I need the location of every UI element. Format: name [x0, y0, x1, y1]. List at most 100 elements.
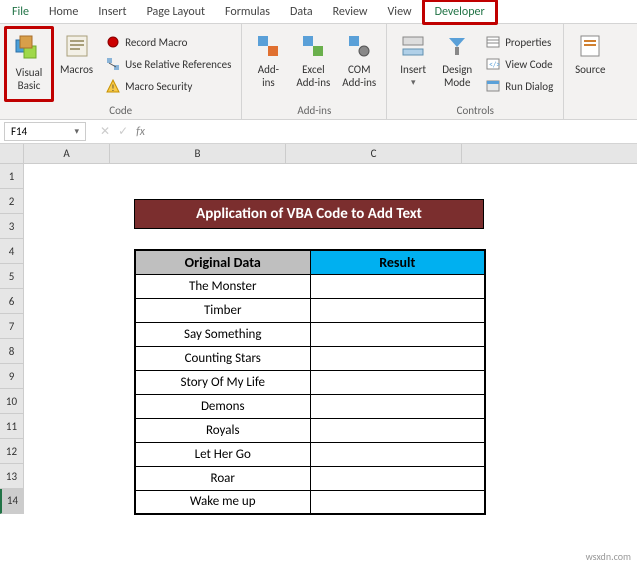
- row-header[interactable]: 1: [0, 164, 24, 189]
- macros-button[interactable]: Macros: [54, 26, 99, 102]
- name-box[interactable]: F14 ▾: [4, 122, 86, 141]
- fx-button[interactable]: fx: [136, 125, 145, 139]
- view-code-button[interactable]: </> View Code: [483, 55, 555, 73]
- addins-button[interactable]: Add- ins: [246, 26, 290, 102]
- row-header[interactable]: 11: [0, 414, 24, 439]
- table-cell[interactable]: [310, 466, 485, 490]
- view-code-icon: </>: [485, 56, 501, 72]
- excel-addins-label: Excel Add-ins: [296, 64, 330, 89]
- row-header[interactable]: 10: [0, 389, 24, 414]
- properties-button[interactable]: Properties: [483, 33, 555, 51]
- chevron-down-icon: ▾: [411, 77, 416, 88]
- table-cell[interactable]: Counting Stars: [135, 346, 310, 370]
- col-header-a[interactable]: A: [24, 144, 110, 163]
- design-mode-label: Design Mode: [442, 64, 472, 89]
- table-cell[interactable]: Story Of My Life: [135, 370, 310, 394]
- use-relative-references-button[interactable]: Use Relative References: [103, 55, 233, 73]
- tab-home[interactable]: Home: [39, 2, 88, 22]
- record-macro-label: Record Macro: [125, 36, 187, 49]
- run-dialog-button[interactable]: Run Dialog: [483, 77, 555, 95]
- row-header[interactable]: 8: [0, 339, 24, 364]
- insert-control-button[interactable]: Insert ▾: [391, 26, 435, 102]
- record-macro-icon: [105, 34, 121, 50]
- properties-icon: [485, 34, 501, 50]
- header-original-data: Original Data: [135, 250, 310, 274]
- view-code-label: View Code: [505, 58, 552, 71]
- tab-file[interactable]: File: [2, 2, 39, 22]
- group-addins-label: Add-ins: [246, 102, 382, 119]
- table-cell[interactable]: Roar: [135, 466, 310, 490]
- warning-icon: !: [105, 78, 121, 94]
- group-addins: Add- ins Excel Add-ins COM Add-ins Add-i…: [242, 24, 387, 119]
- tab-data[interactable]: Data: [280, 2, 323, 22]
- row-header[interactable]: 2: [0, 189, 24, 214]
- tab-page-layout[interactable]: Page Layout: [137, 2, 215, 22]
- tab-formulas[interactable]: Formulas: [215, 2, 280, 22]
- tab-review[interactable]: Review: [323, 2, 378, 22]
- group-code: Visual Basic Macros Record Macro Use Rel…: [0, 24, 242, 119]
- col-header-c[interactable]: C: [286, 144, 462, 163]
- com-addins-label: COM Add-ins: [342, 64, 376, 89]
- row-header[interactable]: 5: [0, 264, 24, 289]
- enter-formula-icon[interactable]: ✓: [118, 124, 128, 139]
- table-cell[interactable]: Demons: [135, 394, 310, 418]
- insert-control-label: Insert: [400, 64, 426, 77]
- table-cell[interactable]: Royals: [135, 418, 310, 442]
- row-header[interactable]: 7: [0, 314, 24, 339]
- table-cell[interactable]: [310, 322, 485, 346]
- addins-icon: [252, 30, 284, 62]
- row-header[interactable]: 6: [0, 289, 24, 314]
- row-header[interactable]: 9: [0, 364, 24, 389]
- row-header[interactable]: 4: [0, 239, 24, 264]
- group-controls-label: Controls: [391, 102, 559, 119]
- tab-insert[interactable]: Insert: [88, 2, 136, 22]
- table-cell[interactable]: Let Her Go: [135, 442, 310, 466]
- table-cell[interactable]: [310, 274, 485, 298]
- cells-area[interactable]: Application of VBA Code to Add Text Orig…: [24, 164, 637, 524]
- group-code-label: Code: [4, 102, 237, 119]
- source-label: Source: [575, 64, 605, 77]
- macro-security-button[interactable]: ! Macro Security: [103, 77, 233, 95]
- column-headers: A B C: [24, 144, 637, 164]
- ribbon: Visual Basic Macros Record Macro Use Rel…: [0, 24, 637, 120]
- col-header-b[interactable]: B: [110, 144, 286, 163]
- table-cell[interactable]: The Monster: [135, 274, 310, 298]
- tab-view[interactable]: View: [378, 2, 422, 22]
- formula-bar[interactable]: [145, 123, 637, 141]
- chevron-down-icon[interactable]: ▾: [74, 126, 79, 137]
- design-mode-button[interactable]: Design Mode: [435, 26, 479, 102]
- table-cell[interactable]: [310, 394, 485, 418]
- formula-bar-row: F14 ▾ ✕ ✓ fx: [0, 120, 637, 144]
- row-header[interactable]: 13: [0, 464, 24, 489]
- cancel-formula-icon[interactable]: ✕: [100, 124, 110, 139]
- insert-control-icon: [397, 30, 429, 62]
- com-addins-button[interactable]: COM Add-ins: [336, 26, 382, 102]
- group-xml-label: [568, 115, 612, 119]
- source-icon: [574, 30, 606, 62]
- excel-addins-button[interactable]: Excel Add-ins: [290, 26, 336, 102]
- table-cell[interactable]: [310, 490, 485, 514]
- select-all-button[interactable]: [0, 144, 24, 164]
- tab-developer[interactable]: Developer: [422, 0, 498, 25]
- relative-references-icon: [105, 56, 121, 72]
- svg-text:!: !: [112, 83, 115, 93]
- table-cell[interactable]: [310, 298, 485, 322]
- table-cell[interactable]: [310, 418, 485, 442]
- row-header[interactable]: 12: [0, 439, 24, 464]
- table-cell[interactable]: [310, 442, 485, 466]
- worksheet: A B C 1 2 3 4 5 6 7 8 9 10 11 12 13 14 A…: [0, 144, 637, 524]
- macros-label: Macros: [60, 64, 93, 77]
- table-cell[interactable]: [310, 346, 485, 370]
- run-dialog-label: Run Dialog: [505, 80, 553, 93]
- table-cell[interactable]: Wake me up: [135, 490, 310, 514]
- row-header[interactable]: 14: [0, 489, 24, 514]
- source-button[interactable]: Source: [568, 26, 612, 115]
- visual-basic-button[interactable]: Visual Basic: [4, 26, 54, 102]
- record-macro-button[interactable]: Record Macro: [103, 33, 233, 51]
- row-header[interactable]: 3: [0, 214, 24, 239]
- row-headers: 1 2 3 4 5 6 7 8 9 10 11 12 13 14: [0, 164, 24, 514]
- table-cell[interactable]: Timber: [135, 298, 310, 322]
- use-relative-references-label: Use Relative References: [125, 58, 231, 71]
- table-cell[interactable]: [310, 370, 485, 394]
- table-cell[interactable]: Say Something: [135, 322, 310, 346]
